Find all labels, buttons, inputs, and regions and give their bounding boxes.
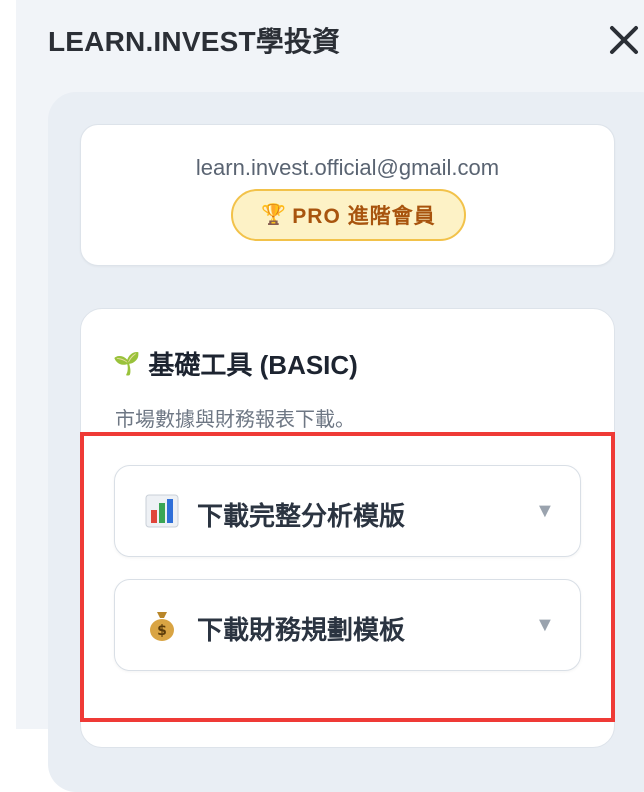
- sprout-icon: 🌱: [113, 350, 141, 376]
- download-analysis-template-dropdown[interactable]: 下載完整分析模版 ▼: [114, 465, 581, 557]
- svg-text:$: $: [157, 623, 167, 639]
- trophy-icon: 🏆: [261, 204, 287, 226]
- download-finance-template-dropdown[interactable]: $ 下載財務規劃模板 ▼: [114, 579, 581, 671]
- dropdown-label: 下載財務規劃模板: [197, 615, 406, 645]
- pro-badge-label: PRO 進階會員: [292, 205, 436, 228]
- account-card: learn.invest.official@gmail.com 🏆 PRO 進階…: [80, 124, 615, 266]
- chevron-down-icon: ▼: [535, 614, 555, 636]
- bar-chart-icon: [145, 494, 179, 528]
- basic-tools-title: 基礎工具 (BASIC): [148, 350, 358, 380]
- basic-tools-description: 市場數據與財務報表下載。: [115, 409, 355, 431]
- pro-member-badge: 🏆 PRO 進階會員: [231, 189, 466, 241]
- close-icon[interactable]: [604, 20, 644, 60]
- basic-tools-heading: 🌱 基礎工具 (BASIC): [113, 345, 358, 382]
- chevron-down-icon: ▼: [535, 500, 555, 522]
- panel-title: LEARN.INVEST學投資: [48, 26, 341, 57]
- dropdown-label: 下載完整分析模版: [197, 501, 406, 531]
- money-bag-icon: $: [150, 612, 174, 641]
- account-email: learn.invest.official@gmail.com: [195, 155, 500, 180]
- app-frame: LEARN.INVEST學投資 learn.invest.official@gm…: [0, 0, 644, 792]
